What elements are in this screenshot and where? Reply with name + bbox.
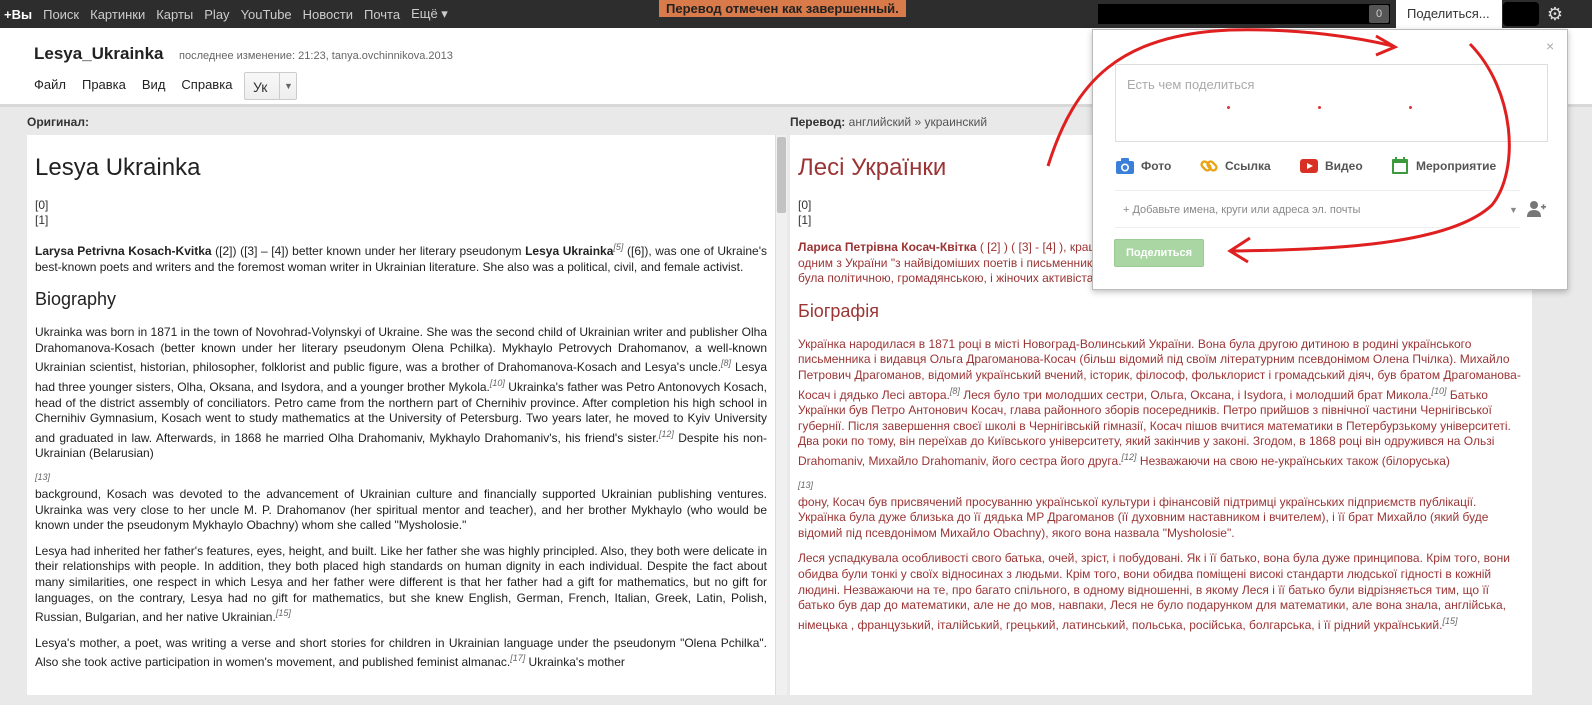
add-person-icon[interactable] xyxy=(1526,200,1546,218)
share-link-button[interactable]: Ссылка xyxy=(1199,156,1271,176)
tp3-text: Леся успадкувала особливості свого батьк… xyxy=(798,551,1510,632)
share-text-placeholder: Есть чем поделиться xyxy=(1127,77,1255,92)
share-tab-button[interactable]: Поделиться... xyxy=(1396,0,1502,30)
footnote-ref[interactable]: [12] xyxy=(1122,452,1137,462)
last-modified-info: последнее изменение: 21:23, tanya.ovchin… xyxy=(179,50,453,62)
tp1-text-b: Леся було три молодших сестри, Ольга, Ок… xyxy=(959,387,1432,402)
ref-0[interactable]: [0] xyxy=(35,198,767,213)
share-submit-button[interactable]: Поделиться xyxy=(1114,239,1204,267)
footnote-13[interactable]: [13] xyxy=(798,480,1524,491)
translation-paragraph-1[interactable]: Українка народилася в 1871 році в місті … xyxy=(798,337,1524,470)
gbar-link-images[interactable]: Картинки xyxy=(90,7,145,22)
ref-1[interactable]: [1] xyxy=(35,213,767,228)
calendar-icon xyxy=(1392,157,1408,174)
original-paragraph-2: background, Kosach was devoted to the ad… xyxy=(35,486,767,533)
original-scrollbar[interactable] xyxy=(775,135,787,695)
intro-name: Larysa Petrivna Kosach-Kvitka xyxy=(35,244,212,258)
google-bar-links: +Вы Поиск Картинки Карты Play YouTube Но… xyxy=(4,0,459,28)
close-icon[interactable]: × xyxy=(1546,38,1554,54)
p4-text-b: Ukrainka's mother xyxy=(525,655,625,670)
original-paragraph-1: Ukrainka was born in 1871 in the town of… xyxy=(35,325,767,462)
p1-text-a: Ukrainka was born in 1871 in the town of… xyxy=(35,325,767,375)
redacted-account-area xyxy=(1098,4,1390,24)
share-link-label: Ссылка xyxy=(1225,159,1271,173)
menu-help[interactable]: Справка xyxy=(181,77,232,92)
gbar-link-news[interactable]: Новости xyxy=(303,7,353,22)
chevron-down-icon: ▼ xyxy=(279,73,297,99)
translation-paragraph-2[interactable]: фону, Косач був присвячений просуванню у… xyxy=(798,495,1524,542)
annotation-dot xyxy=(1409,106,1412,109)
menu-edit[interactable]: Правка xyxy=(82,77,126,92)
video-icon xyxy=(1300,159,1318,173)
translation-intro-name: Лариса Петрівна Косач-Квітка xyxy=(798,240,977,254)
share-popup: × Есть чем поделиться Фото Ссылка Видео xyxy=(1092,29,1568,290)
share-video-button[interactable]: Видео xyxy=(1299,156,1363,176)
original-panel[interactable]: Lesya Ukrainka [0] [1] Larysa Petrivna K… xyxy=(27,135,775,695)
language-pair: английский » украинский xyxy=(848,115,988,129)
gbar-link-youtube[interactable]: YouTube xyxy=(241,7,292,22)
tp1-text-d: Незважаючи на свою не-українських також … xyxy=(1136,453,1450,468)
share-event-button[interactable]: Мероприятие xyxy=(1390,156,1496,176)
gear-icon[interactable]: ⚙ xyxy=(1544,2,1566,26)
share-recipients-input[interactable]: + Добавьте имена, круги или адреса эл. п… xyxy=(1115,190,1520,228)
original-heading: Lesya Ukrainka xyxy=(35,154,201,181)
original-paragraph-3: Lesya had inherited her father's feature… xyxy=(35,544,767,626)
share-photo-button[interactable]: Фото xyxy=(1115,156,1171,176)
link-icon xyxy=(1200,160,1218,172)
scrollbar-thumb[interactable] xyxy=(777,137,786,213)
annotation-dot xyxy=(1227,106,1230,109)
original-refs: [0] [1] xyxy=(35,198,767,228)
menu-view[interactable]: Вид xyxy=(142,77,166,92)
footnote-ref[interactable]: [15] xyxy=(1442,616,1457,626)
gbar-link-plus-you[interactable]: +Вы xyxy=(4,7,32,22)
document-title: Lesya_Ukrainka xyxy=(34,44,164,63)
share-text-input[interactable]: Есть чем поделиться xyxy=(1115,64,1548,142)
footnote-ref[interactable]: [10] xyxy=(490,378,505,388)
p3-text: Lesya had inherited her father's feature… xyxy=(35,543,767,625)
gbar-link-more[interactable]: Ещё ▾ xyxy=(411,6,448,22)
gbar-link-mail[interactable]: Почта xyxy=(364,7,400,22)
footnote-ref[interactable]: [8] xyxy=(950,386,960,396)
share-event-label: Мероприятие xyxy=(1416,159,1497,173)
footnote-ref[interactable]: [12] xyxy=(659,429,674,439)
footnote-ref[interactable]: [17] xyxy=(510,653,525,663)
p4-text: Lesya's mother, a poet, was writing a ve… xyxy=(35,635,767,670)
share-photo-label: Фото xyxy=(1141,159,1172,173)
language-select-value: Ук xyxy=(253,79,268,95)
gbar-link-search[interactable]: Поиск xyxy=(43,7,79,22)
original-bio-heading: Biography xyxy=(35,289,117,310)
annotation-dot xyxy=(1318,106,1321,109)
status-banner: Перевод отмечен как завершенный. xyxy=(659,0,906,17)
gbar-link-maps[interactable]: Карты xyxy=(156,7,193,22)
footnote-ref[interactable]: [15] xyxy=(276,608,291,618)
translation-label: Перевод: английский » украинский xyxy=(790,115,987,129)
translation-paragraph-3[interactable]: Леся успадкувала особливості свого батьк… xyxy=(798,551,1524,633)
footnote-13[interactable]: [13] xyxy=(35,472,767,483)
share-recipients-placeholder: + Добавьте имена, круги или адреса эл. п… xyxy=(1123,204,1361,216)
avatar[interactable] xyxy=(1503,2,1539,26)
original-label: Оригинал: xyxy=(27,115,89,129)
language-select[interactable]: Ук ▼ xyxy=(244,72,297,100)
share-video-label: Видео xyxy=(1325,159,1363,173)
translation-bio-heading[interactable]: Біографія xyxy=(798,301,1524,322)
translation-label-text: Перевод: xyxy=(790,115,846,129)
menu-file[interactable]: Файл xyxy=(34,77,66,92)
footnote-ref[interactable]: [10] xyxy=(1432,386,1447,396)
original-paragraph-4: Lesya's mother, a poet, was writing a ve… xyxy=(35,636,767,671)
gbar-link-play[interactable]: Play xyxy=(204,7,229,22)
menu-bar: Файл Правка Вид Справка xyxy=(34,77,248,92)
notifications-counter[interactable]: 0 xyxy=(1369,5,1389,23)
original-intro: Larysa Petrivna Kosach-Kvitka ([2]) ([3]… xyxy=(35,240,767,275)
footnote-ref[interactable]: [8] xyxy=(721,358,731,368)
chevron-down-icon[interactable]: ▼ xyxy=(1509,205,1518,215)
footnote-ref[interactable]: [5] xyxy=(613,242,623,252)
camera-icon xyxy=(1116,158,1134,174)
intro-pseudonym: Lesya Ukrainka xyxy=(525,244,614,258)
intro-text-mid: ([2]) ([3] – [4]) better known under her… xyxy=(211,244,526,258)
